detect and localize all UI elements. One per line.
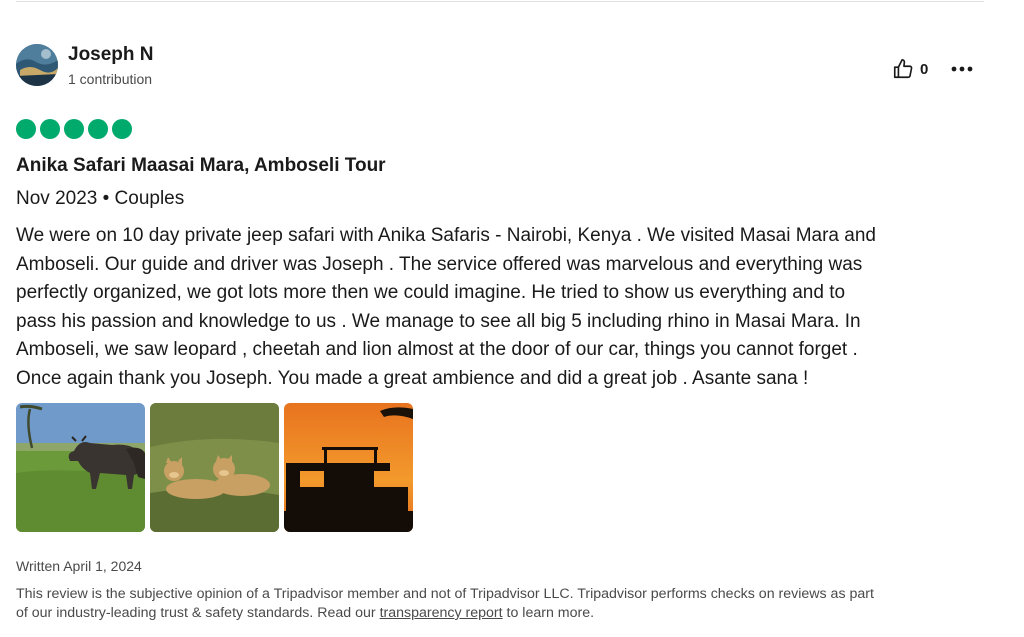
trip-date-and-type: Nov 2023 • Couples [16, 188, 185, 209]
review-photos [16, 403, 413, 533]
review-text-line: Amboseli. Our guide and driver was Josep… [16, 253, 863, 275]
more-horizontal-icon [951, 66, 973, 72]
review-card: Joseph N 1 contribution 0 Anika Safari M… [16, 0, 984, 637]
lion-cubs-image [150, 403, 279, 532]
rating-bubble-icon [16, 119, 36, 139]
contribution-count: 1 contribution [68, 71, 153, 87]
disclaimer-line: of our industry-leading trust & safety s… [16, 604, 981, 623]
review-text-line: We were on 10 day private jeep safari wi… [16, 225, 876, 246]
review-header: Joseph N 1 contribution 0 [16, 44, 984, 90]
rating-bubble-icon [64, 119, 84, 139]
disclaimer-text: to learn more. [502, 605, 595, 621]
review-disclaimer: This review is the subjective opinion of… [16, 585, 981, 623]
written-date: Written April 1, 2024 [16, 558, 142, 574]
reviewer-name[interactable]: Joseph N [68, 44, 154, 66]
rating-bubble-icon [112, 119, 132, 139]
more-options-button[interactable] [950, 58, 974, 80]
photo-lion-cubs[interactable] [150, 403, 279, 532]
thumbs-up-icon [893, 59, 913, 79]
review-text-line: Once again thank you Joseph. You made a … [16, 367, 809, 389]
disclaimer-line: This review is the subjective opinion of… [16, 586, 874, 602]
review-text-line: perfectly organized, we got lots more th… [16, 282, 846, 304]
helpful-vote-button[interactable]: 0 [892, 58, 928, 80]
wildebeest-image [16, 403, 145, 532]
review-title[interactable]: Anika Safari Maasai Mara, Amboseli Tour [16, 155, 386, 177]
disclaimer-text: of our industry-leading trust & safety s… [16, 605, 380, 621]
bubble-rating [16, 119, 134, 141]
photo-wildebeest[interactable] [16, 403, 145, 532]
helpful-count: 0 [920, 60, 929, 78]
avatar-image [16, 44, 58, 86]
review-text-line: Amboseli, we saw leopard , cheetah and l… [16, 339, 858, 361]
safari-jeep-image [284, 403, 413, 532]
transparency-report-link[interactable]: transparency report [380, 605, 503, 621]
user-avatar[interactable] [16, 44, 58, 86]
review-text: We were on 10 day private jeep safari wi… [16, 222, 976, 394]
review-text-line: pass his passion and knowledge to us . W… [16, 310, 861, 332]
photo-safari-jeep[interactable] [284, 403, 413, 532]
rating-bubble-icon [40, 119, 60, 139]
rating-bubble-icon [88, 119, 108, 139]
